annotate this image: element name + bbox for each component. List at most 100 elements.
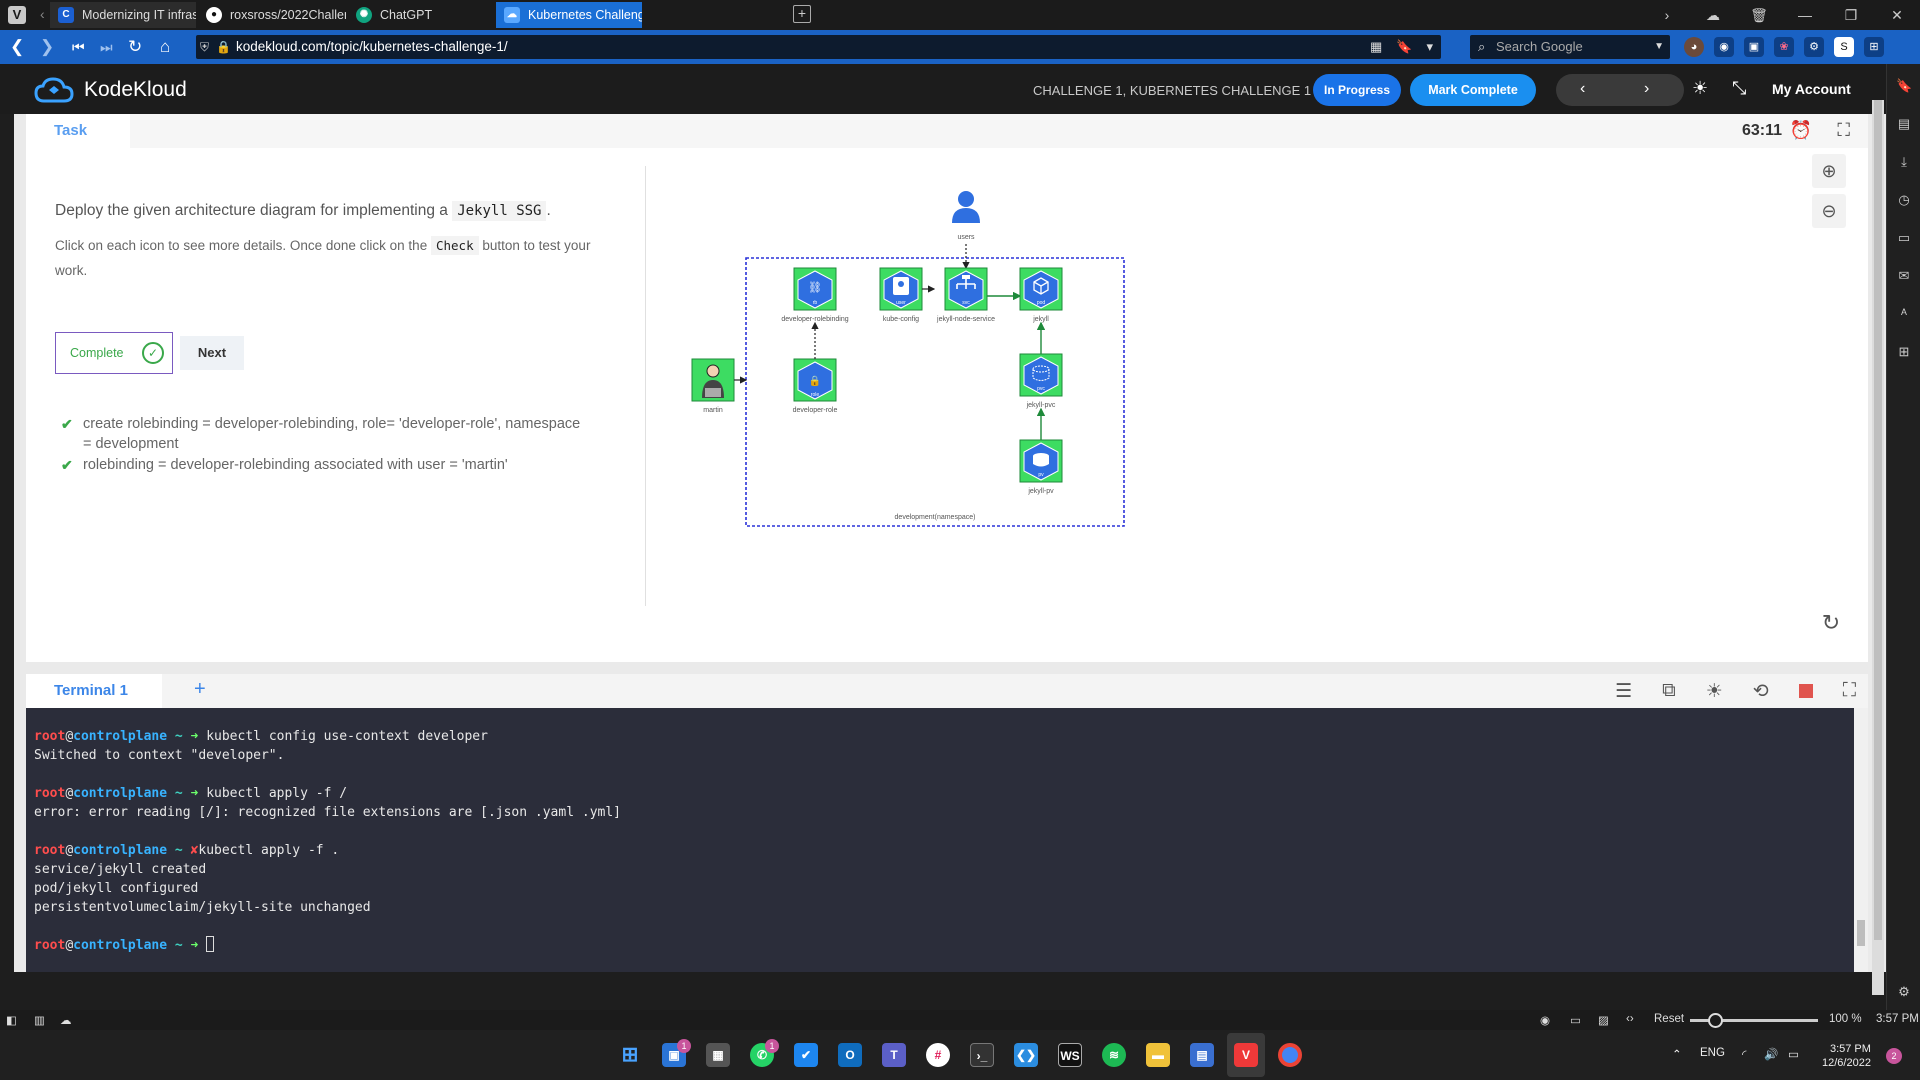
- extension-icon[interactable]: ⊞: [1864, 37, 1884, 57]
- history-icon[interactable]: ◷: [1896, 192, 1912, 208]
- complete-button[interactable]: Complete ✓: [55, 332, 173, 374]
- outlook-icon[interactable]: O: [838, 1043, 862, 1067]
- file-explorer-icon[interactable]: ▬: [1146, 1043, 1170, 1067]
- chrome-icon[interactable]: [1278, 1043, 1302, 1067]
- forward-icon[interactable]: ❯: [40, 37, 54, 57]
- window-icon[interactable]: ▭: [1570, 1013, 1581, 1027]
- fullscreen-icon[interactable]: ⛶: [1837, 120, 1850, 141]
- shield-icon[interactable]: ⛨: [200, 35, 209, 59]
- todo-icon[interactable]: ✔: [794, 1043, 818, 1067]
- extension-icon[interactable]: ▣: [1744, 37, 1764, 57]
- tab-scroll-right-icon[interactable]: ›: [1644, 7, 1690, 23]
- extension-icon[interactable]: ❀: [1774, 37, 1794, 57]
- volume-icon[interactable]: 🔊: [1764, 1047, 1778, 1061]
- profile-avatar[interactable]: ◕: [1684, 37, 1704, 57]
- add-terminal-icon[interactable]: +: [194, 678, 206, 701]
- vivaldi-menu-icon[interactable]: V: [8, 6, 26, 24]
- extension-icon[interactable]: ◉: [1714, 37, 1734, 57]
- stop-icon[interactable]: [1798, 684, 1813, 698]
- refresh-icon[interactable]: ↻: [1816, 608, 1846, 638]
- bookmark-icon[interactable]: 🔖: [1396, 35, 1412, 59]
- webstorm-icon[interactable]: WS: [1058, 1043, 1082, 1067]
- sync-cloud-icon[interactable]: ☁: [60, 1013, 72, 1027]
- extension-icon[interactable]: ⚙: [1804, 37, 1824, 57]
- collapse-icon[interactable]: ⤡: [1732, 78, 1746, 99]
- teams-icon[interactable]: T: [882, 1043, 906, 1067]
- url-input[interactable]: ⛨ 🔒 kodekloud.com/topic/kubernetes-chall…: [196, 35, 1441, 59]
- battery-icon[interactable]: ▭: [1788, 1047, 1799, 1061]
- zoom-slider-knob[interactable]: [1708, 1013, 1723, 1028]
- rewind-icon[interactable]: ⏮: [72, 39, 85, 56]
- terminal-output[interactable]: root@controlplane ~ ➜ kubectl config use…: [26, 708, 1868, 972]
- dropdown-icon[interactable]: ▾: [1426, 35, 1433, 59]
- notes-icon[interactable]: ▭: [1896, 230, 1912, 246]
- restore-icon[interactable]: ❐: [1828, 7, 1874, 24]
- tab-back-icon[interactable]: ‹: [40, 6, 45, 22]
- terminal-scroll-thumb[interactable]: [1857, 920, 1865, 946]
- next-button[interactable]: Next: [180, 336, 244, 370]
- martin-node[interactable]: martin: [691, 358, 735, 414]
- tab-github[interactable]: ● roxsross/2022ChallengeOn: [198, 2, 346, 28]
- users-node[interactable]: users: [952, 191, 980, 241]
- search-engine-dropdown-icon[interactable]: ▼: [1654, 35, 1664, 59]
- zoom-reset-label[interactable]: Reset: [1654, 1013, 1684, 1025]
- tab-task[interactable]: Task: [26, 114, 130, 148]
- slack-icon[interactable]: #: [926, 1043, 950, 1067]
- tab-terminal-1[interactable]: Terminal 1: [26, 674, 162, 708]
- my-account-link[interactable]: My Account: [1772, 81, 1851, 97]
- panel-toggle-icon[interactable]: ◧: [6, 1013, 17, 1027]
- role-node[interactable]: 🔒 role developer-role: [793, 358, 838, 414]
- terminal-app-icon[interactable]: ›_: [970, 1043, 994, 1067]
- next-lesson-icon[interactable]: ›: [1644, 80, 1649, 98]
- back-icon[interactable]: ❮: [10, 37, 24, 57]
- vscode-icon[interactable]: ❮❯: [1014, 1043, 1038, 1067]
- vivaldi-app-icon[interactable]: V: [1234, 1043, 1258, 1067]
- add-panel-icon[interactable]: ⊞: [1896, 344, 1912, 360]
- store-icon[interactable]: ▤: [1190, 1043, 1214, 1067]
- windows-start-icon[interactable]: ⊞: [618, 1043, 642, 1067]
- page-scrollbar[interactable]: [1872, 100, 1884, 995]
- spotify-icon[interactable]: ≋: [1102, 1043, 1126, 1067]
- lock-icon[interactable]: 🔒: [216, 35, 231, 59]
- prev-lesson-icon[interactable]: ‹: [1580, 80, 1585, 98]
- extension-icon[interactable]: S: [1834, 37, 1854, 57]
- menu-icon[interactable]: ☰: [1615, 680, 1632, 703]
- image-icon[interactable]: ▨: [1598, 1013, 1609, 1027]
- history-reset-icon[interactable]: ⟲: [1753, 680, 1769, 703]
- kodekloud-logo[interactable]: KodeKloud: [34, 77, 187, 103]
- pv-node[interactable]: pv jekyll-pv: [1019, 439, 1063, 495]
- notification-center-badge[interactable]: 2: [1886, 1048, 1902, 1064]
- fast-forward-icon[interactable]: ⏭: [100, 39, 113, 56]
- zoom-out-icon[interactable]: ⊖: [1812, 194, 1846, 228]
- kubeconfig-node[interactable]: user kube-config: [879, 267, 923, 323]
- code-icon[interactable]: ‹›: [1626, 1013, 1634, 1025]
- settings-icon[interactable]: ⚙: [1896, 984, 1912, 1000]
- page-scroll-thumb[interactable]: [1874, 100, 1882, 940]
- pvc-node[interactable]: pvc jekyll-pvc: [1019, 353, 1063, 409]
- downloads-icon[interactable]: ⤓: [1896, 154, 1912, 170]
- theme-toggle-icon[interactable]: ☀: [1692, 78, 1708, 99]
- qr-code-icon[interactable]: ▦: [1370, 35, 1382, 59]
- wifi-icon[interactable]: ◜: [1742, 1047, 1746, 1061]
- pod-node[interactable]: pod jekyll: [1019, 267, 1063, 323]
- zoom-in-icon[interactable]: ⊕: [1812, 154, 1846, 188]
- search-input[interactable]: ⌕ Search Google ▼: [1470, 35, 1670, 59]
- tray-chevron-icon[interactable]: ⌃: [1672, 1047, 1682, 1061]
- new-tab-button[interactable]: +: [793, 5, 811, 23]
- tab-chatgpt[interactable]: ✺ ChatGPT: [348, 2, 494, 28]
- zoom-slider[interactable]: [1690, 1013, 1818, 1028]
- service-node[interactable]: svc jekyll-node-service: [936, 267, 995, 323]
- close-window-icon[interactable]: ✕: [1874, 7, 1920, 24]
- taskbar-clock[interactable]: 3:57 PM 12/6/2022: [1822, 1042, 1871, 1070]
- capture-icon[interactable]: ◉: [1540, 1013, 1550, 1027]
- terminal-scrollbar[interactable]: [1854, 708, 1868, 972]
- minimize-icon[interactable]: —: [1782, 7, 1828, 23]
- calculator-icon[interactable]: ▦: [706, 1043, 730, 1067]
- language-indicator[interactable]: ENG: [1700, 1047, 1725, 1059]
- brightness-icon[interactable]: ☀: [1706, 680, 1723, 703]
- tab-modernizing[interactable]: C Modernizing IT infrastr 5: [50, 2, 196, 28]
- bookmarks-panel-icon[interactable]: 🔖: [1896, 78, 1912, 94]
- in-progress-button[interactable]: In Progress: [1313, 74, 1401, 106]
- tab-kubernetes-challenge[interactable]: ☁ Kubernetes Challenge 1 - K: [496, 2, 642, 28]
- cloud-sync-icon[interactable]: ☁: [1690, 7, 1736, 24]
